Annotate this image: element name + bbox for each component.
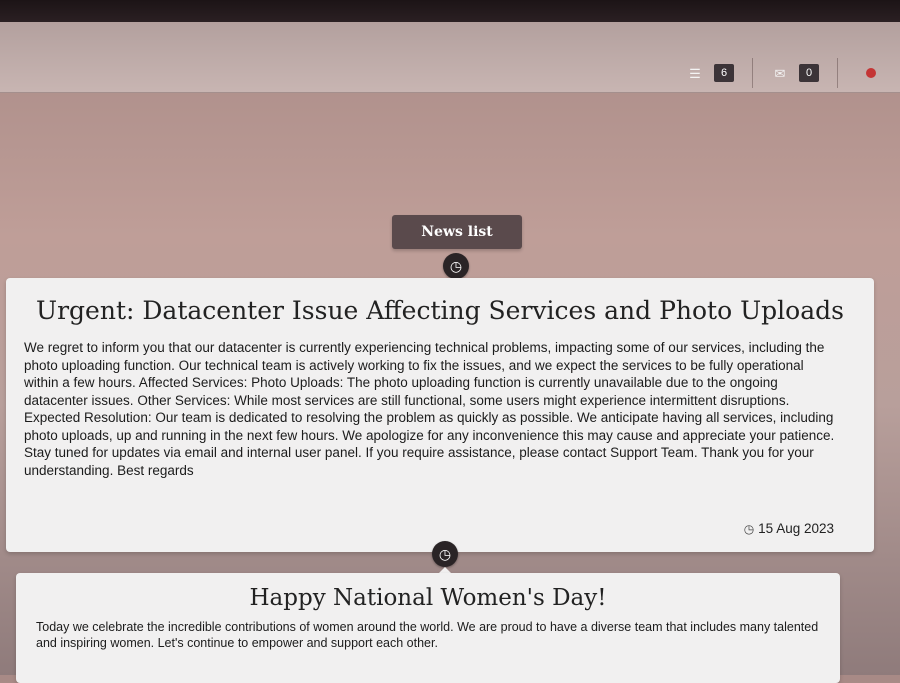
news-title: Urgent: Datacenter Issue Affecting Servi…	[36, 296, 844, 325]
timeline-marker: ◷	[432, 541, 458, 575]
news-card: Urgent: Datacenter Issue Affecting Servi…	[6, 278, 874, 552]
header-icons: ☰ 6 ✉ 0	[686, 58, 876, 88]
news-body: We regret to inform you that our datacen…	[24, 340, 835, 478]
mail-icon[interactable]: ✉	[771, 66, 789, 80]
timeline-marker: ◷	[443, 253, 469, 287]
header-divider	[752, 58, 753, 88]
mail-count-badge: 0	[799, 64, 819, 82]
news-title: Happy National Women's Day!	[249, 585, 607, 611]
news-card: Happy National Women's Day! Today we cel…	[16, 573, 840, 683]
news-list-button[interactable]: News list	[392, 215, 522, 249]
header-divider	[837, 58, 838, 88]
clock-icon: ◷	[743, 521, 755, 536]
news-count-badge: 6	[714, 64, 734, 82]
status-dot	[866, 68, 876, 78]
news-list-icon[interactable]: ☰	[686, 66, 704, 80]
clock-icon: ◷	[432, 541, 458, 567]
news-body: Today we celebrate the incredible contri…	[36, 620, 819, 651]
news-date-text: 15 Aug 2023	[758, 521, 834, 536]
news-date: ◷ 15 Aug 2023	[744, 521, 834, 536]
clock-icon: ◷	[443, 253, 469, 279]
